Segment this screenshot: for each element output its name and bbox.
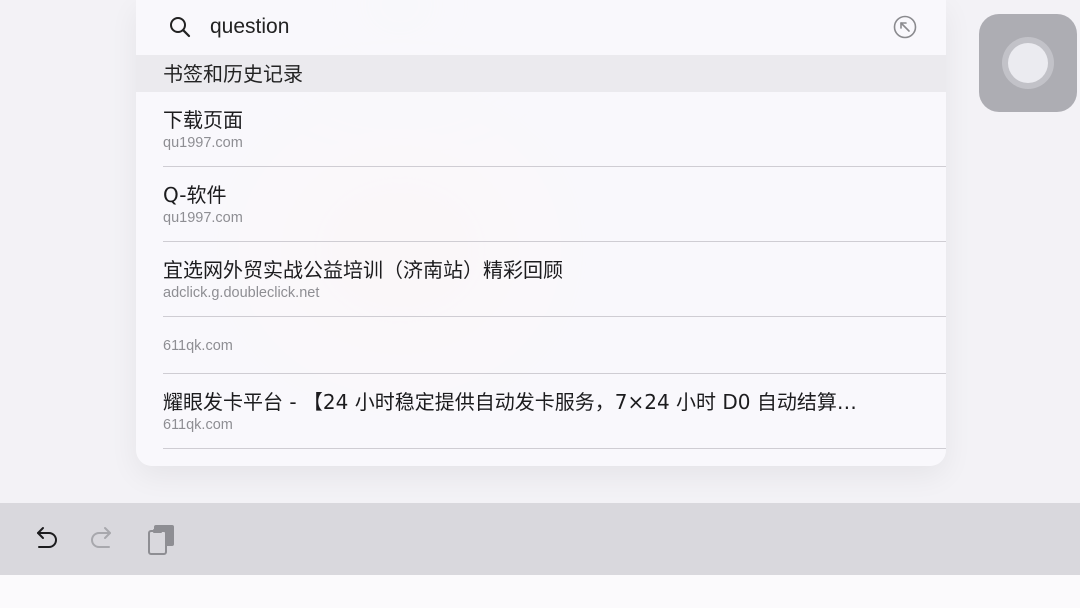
clipboard-icon[interactable] — [143, 521, 179, 557]
result-url: adclick.g.doubleclick.net — [163, 285, 320, 301]
assistive-touch-icon — [1008, 43, 1048, 83]
assistive-touch-button[interactable] — [979, 14, 1077, 112]
undo-icon[interactable] — [27, 521, 63, 557]
result-url: 611qk.com — [163, 338, 233, 354]
bottom-strip — [0, 575, 1080, 608]
divider — [163, 448, 946, 449]
result-title: Q-软件 — [163, 183, 227, 207]
result-url: qu1997.com — [163, 135, 243, 151]
section-header: 书签和历史记录 — [136, 55, 946, 92]
result-url: 611qk.com — [163, 417, 233, 433]
result-item[interactable]: 耀眼发卡平台 - 【24 小时稳定提供自动发卡服务，7×24 小时 D0 自动结… — [136, 374, 946, 450]
result-item[interactable]: 宜选网外贸实战公益培训（济南站）精彩回顾 adclick.g.doublecli… — [136, 242, 946, 317]
result-title: 下载页面 — [163, 108, 243, 132]
search-suggestions-panel: 书签和历史记录 下载页面 qu1997.com Q-软件 qu1997.com … — [136, 0, 946, 466]
result-url: qu1997.com — [163, 210, 243, 226]
redo-icon[interactable] — [85, 521, 121, 557]
search-bar — [136, 0, 946, 55]
result-item[interactable]: 下载页面 qu1997.com — [136, 92, 946, 167]
arrow-up-left-circle-icon[interactable] — [892, 14, 918, 40]
search-input[interactable] — [210, 12, 870, 42]
keyboard-shortcut-bar — [0, 503, 1080, 575]
result-item[interactable]: Q-软件 qu1997.com — [136, 167, 946, 242]
result-title: 宜选网外贸实战公益培训（济南站）精彩回顾 — [163, 258, 563, 282]
result-item[interactable]: 611qk.com — [136, 317, 946, 374]
result-title: 耀眼发卡平台 - 【24 小时稳定提供自动发卡服务，7×24 小时 D0 自动结… — [163, 390, 857, 414]
search-icon — [168, 15, 192, 39]
